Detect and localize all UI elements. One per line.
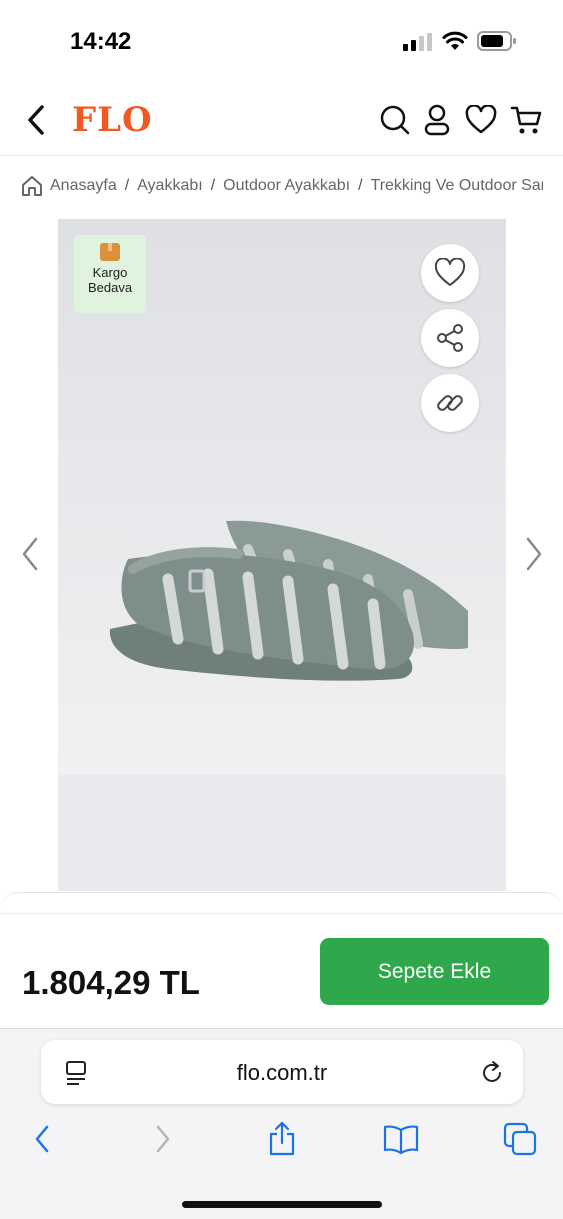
badge-label-line1: Kargo <box>92 265 128 280</box>
package-icon <box>100 243 120 261</box>
back-arrow-icon[interactable] <box>24 104 48 136</box>
wifi-icon <box>442 31 468 50</box>
heart-icon <box>434 258 466 286</box>
search-icon[interactable] <box>379 104 411 136</box>
url-text: flo.com.tr <box>236 1060 328 1085</box>
product-image-sandals <box>109 520 468 681</box>
product-image-gallery[interactable]: Kargo Bedava <box>58 219 506 891</box>
copy-link-button[interactable] <box>421 374 479 432</box>
bookmarks-button[interactable] <box>381 1119 421 1159</box>
link-icon <box>437 395 463 411</box>
battery-icon <box>477 31 516 51</box>
share-button[interactable] <box>421 309 479 367</box>
site-header: FLO <box>0 80 563 156</box>
breadcrumb-item-home[interactable]: Anasayfa <box>50 177 117 195</box>
breadcrumb-separator: / <box>210 177 216 194</box>
share-page-button[interactable] <box>262 1119 302 1159</box>
open-book-icon <box>383 1125 419 1154</box>
free-shipping-badge: Kargo Bedava <box>74 235 146 313</box>
address-bar[interactable]: flo.com.tr <box>41 1040 523 1104</box>
cellular-signal-icon <box>403 33 432 51</box>
breadcrumb-separator: / <box>358 177 363 194</box>
user-account-icon[interactable] <box>423 103 451 137</box>
breadcrumb-item-trekking-sandals[interactable]: Trekking Ve Outdoor Sandalet <box>371 177 543 195</box>
breadcrumb-item-shoes[interactable]: Ayakkabı <box>137 177 203 195</box>
share-icon <box>437 324 463 352</box>
browser-toolbar: flo.com.tr <box>0 1028 563 1219</box>
status-time: 14:42 <box>70 28 132 55</box>
flo-logo[interactable]: FLO <box>72 100 153 140</box>
home-icon[interactable] <box>20 174 44 198</box>
breadcrumb: Anasayfa / Ayakkabı / Outdoor Ayakkabı /… <box>20 172 543 200</box>
status-bar: 14:42 <box>0 0 563 80</box>
home-indicator <box>182 1201 382 1208</box>
favorites-heart-icon[interactable] <box>465 105 497 135</box>
reload-icon[interactable] <box>479 1060 505 1086</box>
breadcrumb-separator: / <box>124 177 130 194</box>
product-price: 1.804,29 TL <box>22 964 200 1001</box>
tabs-button[interactable] <box>500 1119 540 1159</box>
tabs-overview-icon <box>503 1122 537 1156</box>
chevron-right-icon <box>156 1125 170 1153</box>
add-to-favorites-button[interactable] <box>421 244 479 302</box>
add-to-cart-button[interactable]: Sepete Ekle <box>320 938 549 1005</box>
breadcrumb-item-outdoor-shoes[interactable]: Outdoor Ayakkabı <box>223 177 350 195</box>
browser-back-button[interactable] <box>22 1119 62 1159</box>
chevron-left-icon <box>35 1125 49 1153</box>
browser-forward-button[interactable] <box>143 1119 183 1159</box>
previous-image-arrow-icon[interactable] <box>18 536 42 572</box>
shopping-cart-icon[interactable] <box>510 104 544 136</box>
share-upload-icon <box>269 1121 295 1156</box>
price-panel: 1.804,29 TL Sepete Ekle <box>0 892 563 1028</box>
badge-label-line2: Bedava <box>87 280 133 295</box>
next-image-arrow-icon[interactable] <box>522 536 546 572</box>
panel-divider <box>0 913 563 914</box>
